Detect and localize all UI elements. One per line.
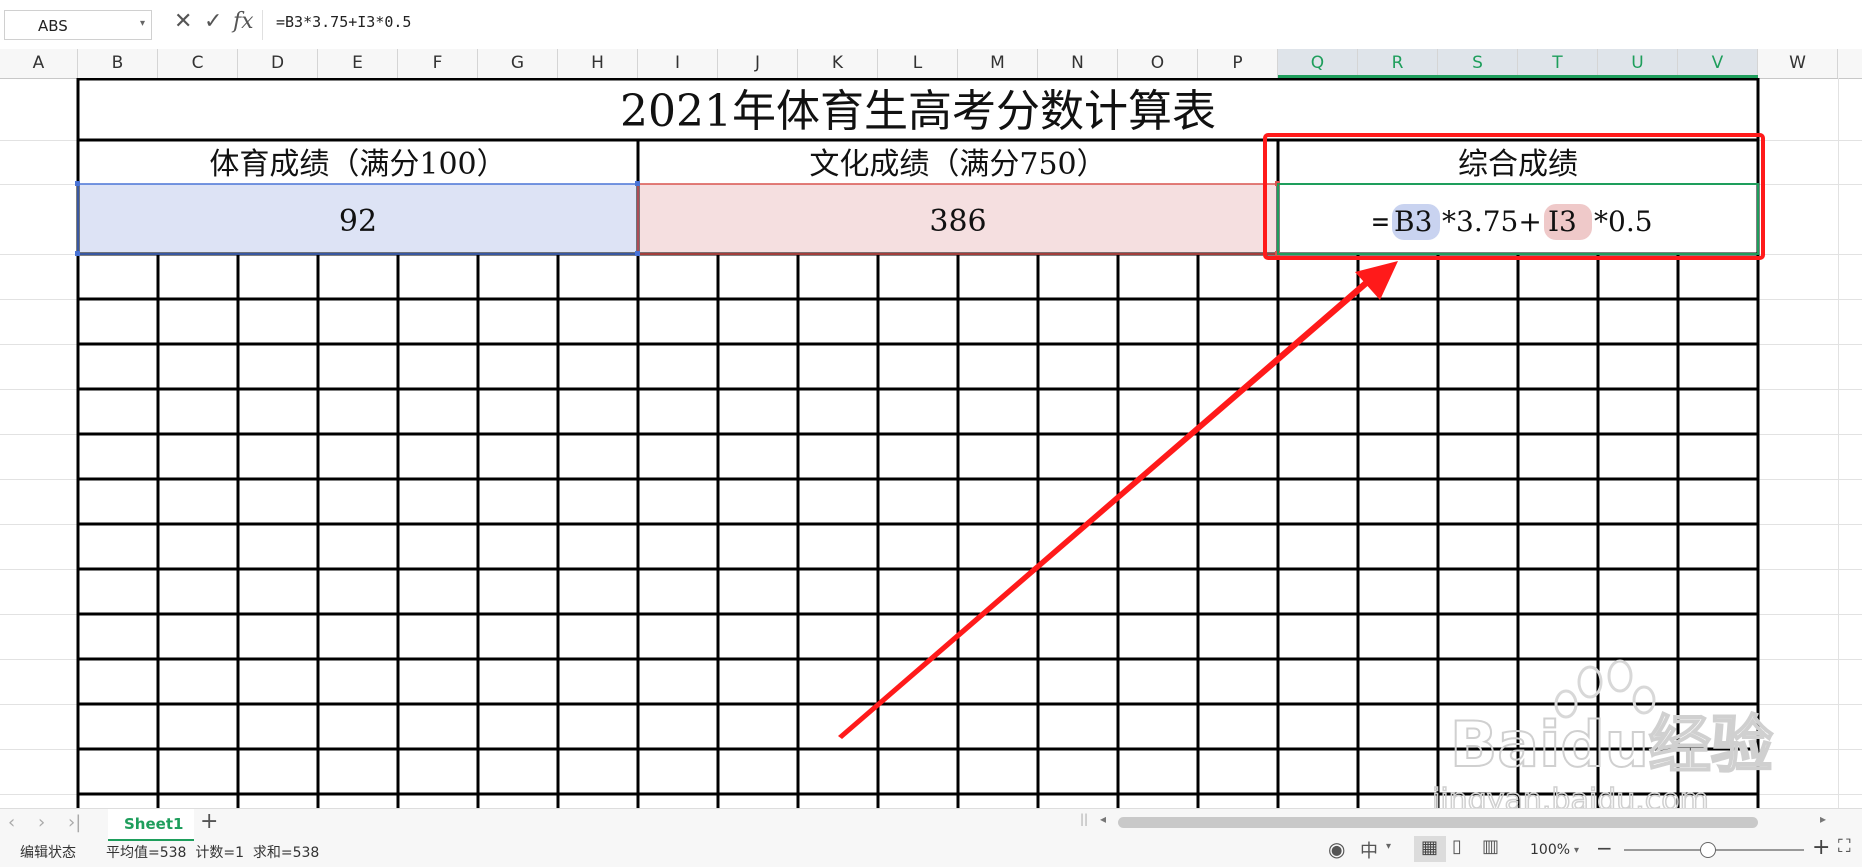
page-break-icon[interactable]: ▥ — [1482, 836, 1499, 857]
normal-view-button[interactable]: ▦ — [1414, 836, 1446, 862]
chevron-down-icon[interactable]: ▾ — [1386, 841, 1391, 852]
page-layout-icon[interactable]: ▯ — [1452, 836, 1462, 857]
col-header-g[interactable]: G — [478, 49, 558, 78]
col-header-k[interactable]: K — [798, 49, 878, 78]
name-box[interactable]: ABS ▾ — [4, 10, 152, 40]
sports-header: 体育成绩（满分100） — [209, 147, 506, 182]
bottom-bar: ‹ › ›| Sheet1 + || ◂ ▸ 编辑状态 平均值=538 计数=1… — [0, 808, 1862, 867]
zoom-level[interactable]: 100% — [1530, 842, 1570, 858]
formula-ref-b3: B3 — [1394, 205, 1432, 238]
col-header-o[interactable]: O — [1118, 49, 1198, 78]
col-header-d[interactable]: D — [238, 49, 318, 78]
name-box-value: ABS — [38, 17, 68, 35]
formula-eq: = — [1372, 205, 1389, 238]
col-header-s[interactable]: S — [1438, 49, 1518, 78]
status-stats: 平均值=538 计数=1 求和=538 — [106, 845, 320, 861]
total-header: 综合成绩 — [1458, 147, 1578, 182]
eye-protection-icon[interactable]: ◉ — [1328, 837, 1345, 861]
formula-ref-i3: I3 — [1548, 205, 1577, 238]
col-header-b[interactable]: B — [78, 49, 158, 78]
col-header-v[interactable]: V — [1678, 49, 1758, 78]
col-header-n[interactable]: N — [1038, 49, 1118, 78]
add-sheet-icon[interactable]: + — [200, 809, 218, 834]
formula-bar: ABS ▾ ✕ ✓ fx =B3*3.75+I3*0.5 — [0, 0, 1862, 50]
col-header-w[interactable]: W — [1758, 49, 1838, 78]
scroll-left-icon[interactable]: ◂ — [1100, 812, 1106, 826]
col-header-a[interactable]: A — [0, 49, 78, 78]
chevron-down-icon[interactable]: ▾ — [140, 18, 145, 29]
col-header-l[interactable]: L — [878, 49, 958, 78]
formula-tail: *0.5 — [1594, 205, 1653, 238]
sports-score: 92 — [339, 204, 377, 239]
formula-text: =B3*3.75+I3*0.5 — [276, 13, 412, 31]
scroll-right-icon[interactable]: ▸ — [1820, 812, 1826, 826]
next-sheet-icon[interactable]: › — [38, 812, 45, 833]
fx-icon[interactable]: fx — [233, 9, 254, 34]
col-header-r[interactable]: R — [1358, 49, 1438, 78]
zoom-dropdown-icon[interactable]: ▾ — [1574, 845, 1579, 856]
last-sheet-icon[interactable]: ›| — [68, 812, 81, 833]
zoom-in-icon[interactable]: + — [1812, 835, 1830, 860]
col-header-m[interactable]: M — [958, 49, 1038, 78]
sheet-title: 2021年体育生高考分数计算表 — [620, 86, 1216, 137]
confirm-icon[interactable]: ✓ — [204, 9, 222, 34]
formula-input[interactable] — [262, 10, 1858, 40]
first-sheet-icon[interactable]: ‹ — [8, 812, 15, 833]
spreadsheet-grid[interactable]: 2021年体育生高考分数计算表 体育成绩（满分100） 文化成绩（满分750） … — [0, 78, 1862, 809]
sheet-tab-sheet1[interactable]: Sheet1 — [108, 809, 194, 841]
sheet-tab-label: Sheet1 — [124, 815, 184, 833]
scroll-thumb[interactable] — [1118, 817, 1758, 828]
col-header-p[interactable]: P — [1198, 49, 1278, 78]
column-headers: A B C D E F G H I J K L M N O P Q R S T … — [0, 49, 1862, 79]
col-header-e[interactable]: E — [318, 49, 398, 78]
input-method-icon[interactable]: 中 — [1360, 837, 1378, 863]
horizontal-scrollbar[interactable]: || ◂ ▸ — [1080, 812, 1840, 831]
cancel-icon[interactable]: ✕ — [174, 9, 192, 34]
culture-score: 386 — [929, 204, 986, 239]
col-header-f[interactable]: F — [398, 49, 478, 78]
col-header-i[interactable]: I — [638, 49, 718, 78]
col-header-c[interactable]: C — [158, 49, 238, 78]
scroll-divider-icon: || — [1080, 812, 1089, 826]
col-header-j[interactable]: J — [718, 49, 798, 78]
col-header-t[interactable]: T — [1518, 49, 1598, 78]
formula-mid: *3.75+ — [1442, 205, 1542, 238]
zoom-out-icon[interactable]: − — [1596, 836, 1613, 860]
culture-header: 文化成绩（满分750） — [809, 147, 1106, 182]
grid-view-icon: ▦ — [1421, 837, 1439, 858]
col-header-q[interactable]: Q — [1278, 49, 1358, 78]
col-header-h[interactable]: H — [558, 49, 638, 78]
col-header-u[interactable]: U — [1598, 49, 1678, 78]
status-mode: 编辑状态 — [20, 845, 76, 861]
zoom-slider-thumb[interactable] — [1700, 842, 1716, 858]
fullscreen-icon[interactable]: ⛶ — [1838, 836, 1851, 857]
